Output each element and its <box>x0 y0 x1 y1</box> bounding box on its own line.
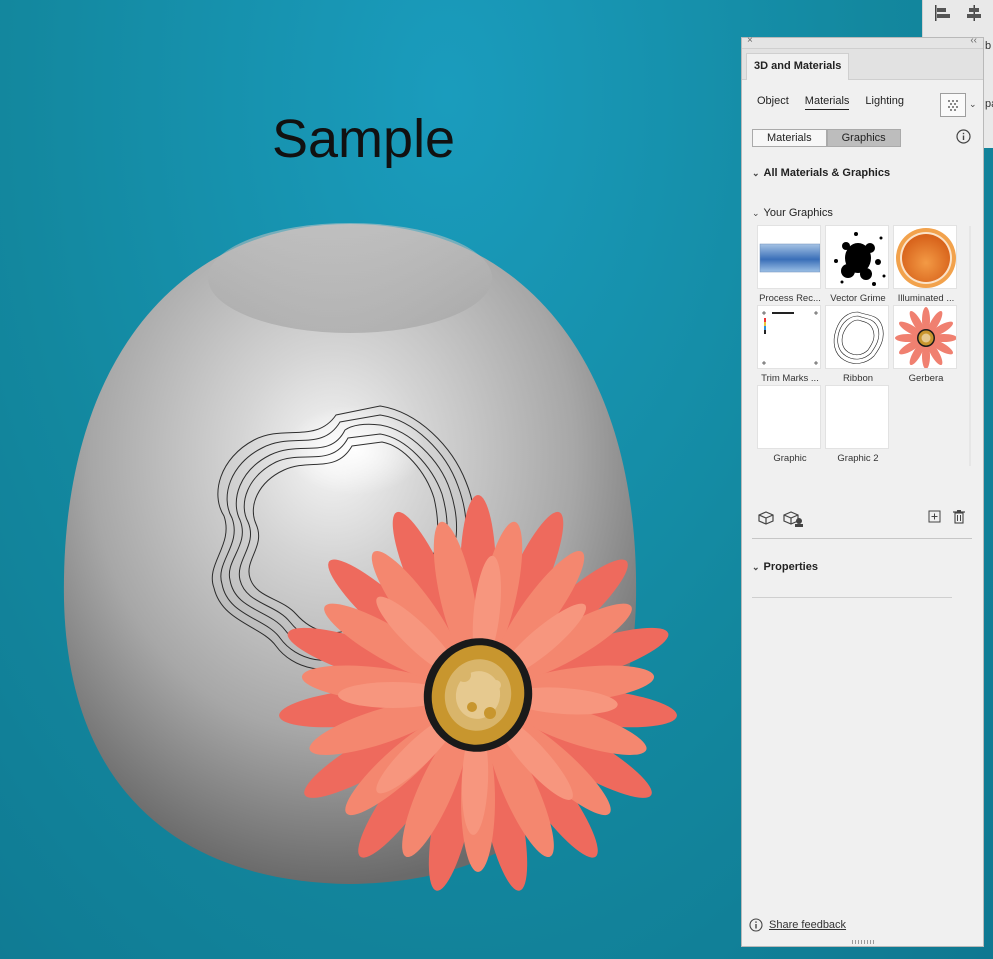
place-graphic-icon[interactable] <box>756 509 776 532</box>
divider <box>752 538 972 539</box>
trim-marks-thumbnail <box>757 305 821 369</box>
chevron-down-icon: ⌄ <box>752 167 760 178</box>
section-properties-label: Properties <box>763 561 818 573</box>
graphic-item-graphic-2[interactable]: Graphic 2 <box>825 385 891 464</box>
section-your-graphics-label: Your Graphics <box>763 207 833 219</box>
section-your-graphics[interactable]: ⌄ Your Graphics <box>752 207 833 219</box>
section-properties[interactable]: ⌄ Properties <box>752 561 818 573</box>
panel-titlebar[interactable]: × ‹‹ <box>742 35 983 49</box>
graphic-label: Process Rec... <box>759 293 821 304</box>
properties-field <box>752 597 952 598</box>
mode-tabs: Object Materials Lighting <box>757 95 904 110</box>
share-feedback[interactable]: Share feedback <box>749 918 846 932</box>
graphic-label: Graphic <box>773 453 807 464</box>
vector-grime-thumbnail <box>825 225 889 289</box>
section-all-materials-label: All Materials & Graphics <box>763 167 891 179</box>
render-options-chevron-icon[interactable]: ⌄ <box>969 99 977 110</box>
graphics-scrollbar[interactable] <box>969 226 971 466</box>
blank-thumbnail <box>757 385 821 449</box>
graphic-label: Ribbon <box>842 373 874 384</box>
vase-rim <box>208 223 492 333</box>
info-icon <box>749 918 763 932</box>
graphic-item-vector-grime[interactable]: Vector Grime <box>825 225 891 304</box>
vase-highlight <box>285 405 425 495</box>
graphic-label: Gerbera <box>908 373 944 384</box>
tab-materials[interactable]: Materials <box>804 95 850 110</box>
align-center-icon[interactable] <box>965 4 983 22</box>
segment-graphics[interactable]: Graphics <box>826 129 901 147</box>
process-rectangle-thumbnail <box>757 225 821 289</box>
save-graphic-icon[interactable] <box>782 509 804 532</box>
graphics-actions <box>756 509 971 527</box>
chevron-down-icon: ⌄ <box>752 561 760 572</box>
tab-object[interactable]: Object <box>757 95 789 110</box>
blank-thumbnail <box>825 385 889 449</box>
graphic-item-gerbera[interactable]: Gerbera <box>893 305 959 384</box>
render-button[interactable] <box>940 93 966 117</box>
graphic-item-ribbon[interactable]: Ribbon <box>825 305 891 384</box>
graphic-item-process-rectangle[interactable]: Process Rec... <box>757 225 823 304</box>
resize-grip[interactable] <box>852 940 874 944</box>
graphic-item-trim-marks[interactable]: Trim Marks ... <box>757 305 823 384</box>
toolbar-partial-label: b <box>985 40 992 52</box>
graphic-label: Vector Grime <box>830 293 886 304</box>
materials-graphics-toggle: Materials Graphics <box>752 129 901 147</box>
gerbera-thumbnail <box>893 305 957 369</box>
toolbar-partial-label-2: pa <box>985 98 993 110</box>
collapse-icon[interactable]: ‹‹ <box>970 35 977 46</box>
segment-materials[interactable]: Materials <box>752 129 827 147</box>
3d-vase-object[interactable] <box>0 0 740 959</box>
tab-lighting[interactable]: Lighting <box>865 95 904 110</box>
ribbon-thumbnail <box>825 305 889 369</box>
graphic-label: Graphic 2 <box>837 453 879 464</box>
close-icon[interactable]: × <box>747 35 753 46</box>
add-graphic-icon[interactable] <box>928 510 942 529</box>
graphic-label: Illuminated ... <box>897 293 955 304</box>
panel-tab-row: 3D and Materials <box>742 49 983 80</box>
3d-materials-panel: × ‹‹ 3D and Materials Object Materials L… <box>741 35 984 947</box>
panel-tab-3d-materials[interactable]: 3D and Materials <box>746 53 850 80</box>
align-left-icon[interactable] <box>933 4 951 22</box>
trash-icon[interactable] <box>952 509 966 530</box>
graphic-item-illuminated[interactable]: Illuminated ... <box>893 225 959 304</box>
graphic-label: Trim Marks ... <box>761 373 819 384</box>
graphic-item-graphic[interactable]: Graphic <box>757 385 823 464</box>
render-icon <box>948 100 958 111</box>
illuminated-button-thumbnail <box>893 225 957 289</box>
chevron-down-icon: ⌄ <box>752 207 760 218</box>
info-icon[interactable] <box>956 129 971 149</box>
section-all-materials[interactable]: ⌄ All Materials & Graphics <box>752 167 890 179</box>
share-feedback-link[interactable]: Share feedback <box>769 919 846 931</box>
